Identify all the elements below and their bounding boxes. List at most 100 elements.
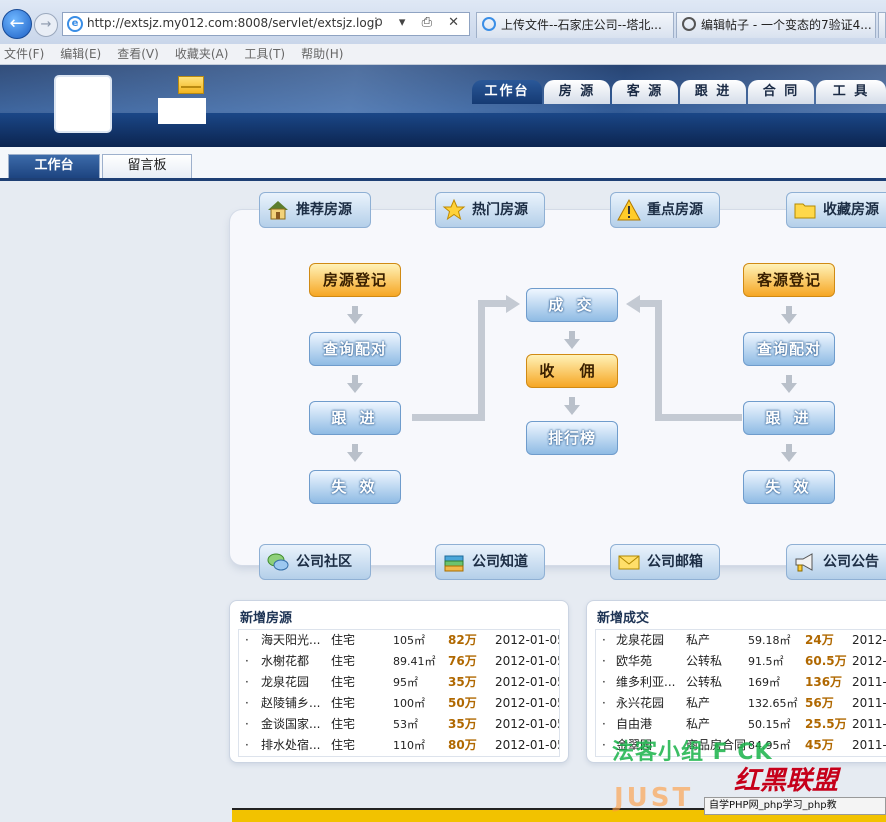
list-item[interactable]: · 自由港私产 50.15㎡ 25.5万 2011-1 <box>596 714 886 735</box>
back-arrow-icon[interactable]: ← <box>2 9 32 39</box>
arrow-down-icon <box>781 314 797 324</box>
tab-listings[interactable]: 房 源 <box>544 80 610 104</box>
list-item[interactable]: · 排水处宿... 住宅 110㎡ 80万 2012-01-05 <box>239 735 559 756</box>
subtab-workbench[interactable]: 工作台 <box>8 154 100 178</box>
list-item-name[interactable]: 排水处宿... <box>261 735 329 756</box>
watermark-text: 红黑联盟 <box>734 766 839 796</box>
tab-workbench[interactable]: 工作台 <box>472 80 542 104</box>
tab-clients[interactable]: 客 源 <box>612 80 678 104</box>
list-item-name[interactable]: 龙泉花园 <box>261 672 329 693</box>
list-item[interactable]: · 龙泉花园 住宅 95㎡ 35万 2012-01-05 <box>239 672 559 693</box>
avatar[interactable] <box>54 75 112 133</box>
commission-button[interactable]: 收 佣 <box>526 354 618 388</box>
list-item[interactable]: · 金谈国家... 住宅 53㎡ 35万 2012-01-05 <box>239 714 559 735</box>
menu-help[interactable]: 帮助(H) <box>301 44 343 64</box>
list-item-name[interactable]: 自由港 <box>616 714 682 735</box>
key-listings-button[interactable]: 重点房源 <box>610 192 720 228</box>
list-item[interactable]: · 龙泉花园私产 59.18㎡ 24万 2012-0 <box>596 630 886 651</box>
list-item[interactable]: · 海天阳光... 住宅 105㎡ 82万 2012-01-05 <box>239 630 559 651</box>
listing-match-button[interactable]: 查询配对 <box>309 332 401 366</box>
list-item[interactable]: · 维多利亚... 公转私 169㎡ 136万 2011-1 <box>596 672 886 693</box>
browser-tab-new[interactable] <box>878 12 886 38</box>
menu-favorites[interactable]: 收藏夹(A) <box>175 44 229 64</box>
hot-listings-button[interactable]: 热门房源 <box>435 192 545 228</box>
list-item-area: 95㎡ <box>393 676 418 689</box>
list-item-name[interactable]: 永兴花园 <box>616 693 682 714</box>
browser-tab-label: 上传文件--石家庄公司--塔北... <box>501 18 662 32</box>
list-item-name[interactable]: 金谈国家... <box>261 714 329 735</box>
client-expired-button[interactable]: 失 效 <box>743 470 835 504</box>
bullet-icon: · <box>602 738 606 752</box>
favorite-listings-button[interactable]: 收藏房源 <box>786 192 886 228</box>
arrow-down-icon <box>564 339 580 349</box>
arrow-down-icon <box>786 375 792 383</box>
address-tools-icon[interactable]: ρ ▾ ⎙ ✕ <box>375 15 465 30</box>
list-item-name[interactable]: 龙泉花园 <box>616 630 682 651</box>
list-item-date: 2012-01-05 <box>495 633 559 647</box>
list-item[interactable]: · 永兴花园私产 132.65㎡ 56万 2011-1 <box>596 693 886 714</box>
browser-tab-upload[interactable]: 上传文件--石家庄公司--塔北... <box>476 12 674 38</box>
listing-followup-button[interactable]: 跟 进 <box>309 401 401 435</box>
address-bar[interactable]: e http://extsjz.my012.com:8008/servlet/e… <box>62 12 470 36</box>
list-item-name[interactable]: 海天阳光... <box>261 630 329 651</box>
list-item-price: 76万 <box>448 654 477 668</box>
list-item-type: 私产 <box>686 696 711 710</box>
subtab-message-board[interactable]: 留言板 <box>102 154 192 178</box>
tab-contracts[interactable]: 合 同 <box>748 80 814 104</box>
star-icon <box>442 198 466 221</box>
connector-line <box>655 304 662 421</box>
list-item-name[interactable]: 赵陵铺乡... <box>261 693 329 714</box>
company-community-button[interactable]: 公司社区 <box>259 544 371 580</box>
mail-icon[interactable] <box>178 76 204 94</box>
client-followup-button[interactable]: 跟 进 <box>743 401 835 435</box>
client-match-button[interactable]: 查询配对 <box>743 332 835 366</box>
list-item-date: 2011-1 <box>852 717 886 731</box>
arrow-down-icon <box>781 452 797 462</box>
list-item-area: 59.18㎡ <box>748 634 791 647</box>
arrow-left-icon <box>626 295 640 313</box>
company-notice-button[interactable]: 公司公告 <box>786 544 886 580</box>
bullet-icon: · <box>245 633 249 647</box>
forward-arrow-icon[interactable]: → <box>34 13 58 37</box>
list-item[interactable]: · 欧华苑公转私 91.5㎡ 60.5万 2012-0 <box>596 651 886 672</box>
arrow-down-icon <box>347 383 363 393</box>
menu-edit[interactable]: 编辑(E) <box>60 44 101 64</box>
register-listing-button[interactable]: 房源登记 <box>309 263 401 297</box>
list-item-date: 2012-01-05 <box>495 738 559 752</box>
tab-tools[interactable]: 工 具 <box>816 80 886 104</box>
megaphone-icon <box>795 553 813 572</box>
recommended-listings-button[interactable]: 推荐房源 <box>259 192 371 228</box>
list-item-name[interactable]: 水榭花都 <box>261 651 329 672</box>
list-item-price: 136万 <box>805 675 843 689</box>
menu-tools[interactable]: 工具(T) <box>244 44 285 64</box>
register-client-button[interactable]: 客源登记 <box>743 263 835 297</box>
list-item[interactable]: · 赵陵铺乡... 住宅 100㎡ 50万 2012-01-05 <box>239 693 559 714</box>
list-item-name[interactable]: 维多利亚... <box>616 672 682 693</box>
ranking-button[interactable]: 排行榜 <box>526 421 618 455</box>
address-url[interactable]: http://extsjz.my012.com:8008/servlet/ext… <box>87 16 377 30</box>
list-item-type: 私产 <box>686 633 711 647</box>
connector-line <box>660 414 742 421</box>
bullet-icon: · <box>245 696 249 710</box>
bullet-icon: · <box>602 633 606 647</box>
arrow-down-icon <box>569 397 575 405</box>
listing-expired-button[interactable]: 失 效 <box>309 470 401 504</box>
list-item-type: 住宅 <box>331 696 356 710</box>
company-mail-button[interactable]: 公司邮箱 <box>610 544 720 580</box>
menu-file[interactable]: 文件(F) <box>4 44 44 64</box>
tab-followup[interactable]: 跟 进 <box>680 80 746 104</box>
panel-title: 新增成交 <box>597 611 650 626</box>
list-item-type: 公转私 <box>686 675 723 689</box>
list-item[interactable]: · 水榭花都 住宅 89.41㎡ 76万 2012-01-05 <box>239 651 559 672</box>
folder-icon <box>794 203 816 219</box>
quick-link-label: 收藏房源 <box>823 202 879 218</box>
quick-link-label: 热门房源 <box>472 202 528 218</box>
arrow-down-icon <box>347 314 363 324</box>
menu-view[interactable]: 查看(V) <box>117 44 159 64</box>
browser-tab-edit-post[interactable]: 编辑帖子 - 一个变态的7验证4... <box>676 12 876 38</box>
list-item-name[interactable]: 欧华苑 <box>616 651 682 672</box>
watermark-text: JUST <box>614 783 694 813</box>
company-knowledge-button[interactable]: 公司知道 <box>435 544 545 580</box>
browser-tab-label: 编辑帖子 - 一个变态的7验证4... <box>701 18 872 32</box>
deal-button[interactable]: 成 交 <box>526 288 618 322</box>
